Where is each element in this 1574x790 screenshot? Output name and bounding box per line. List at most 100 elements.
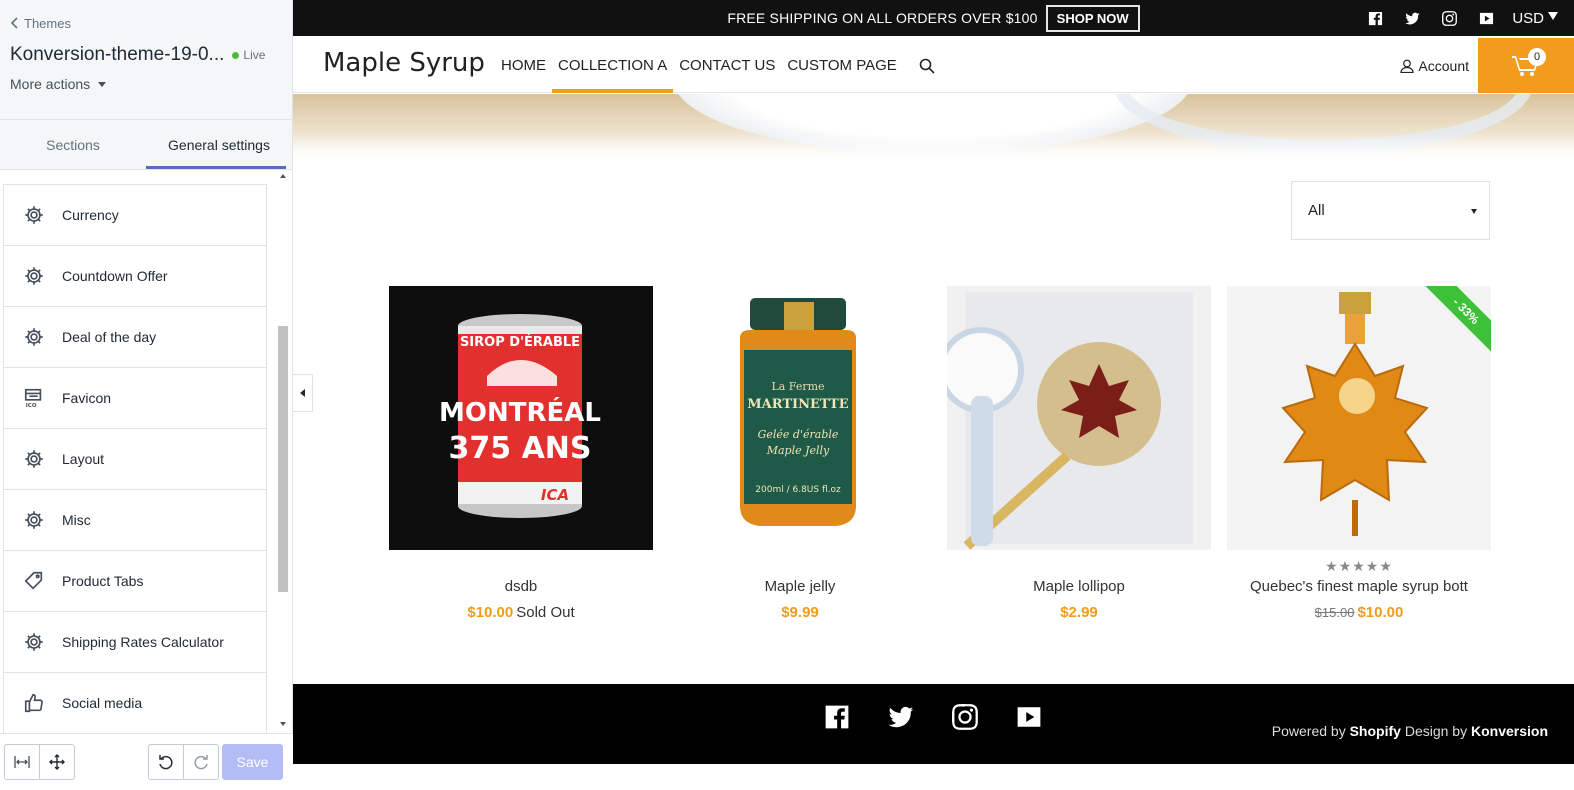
svg-text:375 ANS: 375 ANS	[449, 431, 592, 466]
tab-general-settings-label: General settings	[168, 136, 270, 153]
store-logo[interactable]: Maple Syrup	[323, 48, 485, 78]
collection-filter-select[interactable]: All	[1291, 181, 1490, 240]
shop-now-button[interactable]: SHOP NOW	[1045, 4, 1140, 32]
currency-selector[interactable]: USD	[1512, 10, 1558, 27]
product-image[interactable]: La Ferme MARTINETTE Gelée d'érable Maple…	[668, 286, 932, 550]
setting-label: Favicon	[62, 390, 112, 406]
tag-icon	[22, 569, 46, 593]
redo-icon	[194, 755, 208, 770]
tab-general-settings[interactable]: General settings	[146, 120, 292, 169]
product-card: La Ferme MARTINETTE Gelée d'érable Maple…	[668, 286, 932, 621]
product-price: $9.99	[781, 604, 819, 621]
gear-icon	[22, 203, 46, 227]
svg-text:La Ferme: La Ferme	[771, 380, 824, 393]
svg-text:SIROP D'ÉRABLE: SIROP D'ÉRABLE	[460, 334, 580, 350]
move-cursor-icon	[49, 754, 65, 770]
menu-item-custom-page[interactable]: CUSTOM PAGE	[781, 38, 902, 93]
design-by-label: Design by	[1404, 723, 1468, 739]
svg-text:MONTRÉAL: MONTRÉAL	[439, 396, 601, 428]
product-price: $2.99	[1060, 604, 1098, 621]
favicon-icon: ICO	[22, 386, 46, 410]
product-card: SIROP D'ÉRABLE MONTRÉAL 375 ANS ICA dsdb…	[389, 286, 653, 621]
maple-bottle-image	[1227, 286, 1491, 550]
product-image[interactable]: SIROP D'ÉRABLE MONTRÉAL 375 ANS ICA	[389, 286, 653, 550]
sold-out-label: Sold Out	[516, 604, 575, 621]
svg-text:ICO: ICO	[26, 403, 37, 409]
editor-footer: Save	[0, 733, 293, 790]
product-image[interactable]: - 33%	[1227, 286, 1491, 550]
collapse-sidebar-button[interactable]	[293, 374, 313, 412]
expand-horizontal-icon	[14, 756, 30, 768]
facebook-icon[interactable]	[823, 704, 851, 730]
caret-down-icon	[1548, 12, 1558, 20]
back-label: Themes	[24, 15, 71, 31]
product-title[interactable]: Maple jelly	[668, 578, 932, 595]
setting-shipping-rates-calculator[interactable]: Shipping Rates Calculator	[3, 612, 267, 673]
menu-item-contact-us[interactable]: CONTACT US	[673, 38, 781, 93]
syrup-can-image: SIROP D'ÉRABLE MONTRÉAL 375 ANS ICA	[389, 286, 653, 550]
tab-sections-label: Sections	[46, 136, 100, 153]
youtube-icon[interactable]	[1479, 11, 1494, 26]
undo-button[interactable]	[148, 744, 184, 780]
theme-name: Konversion-theme-19-0...	[10, 44, 225, 65]
setting-deal-of-the-day[interactable]: Deal of the day	[3, 307, 267, 368]
instagram-icon[interactable]	[1442, 10, 1458, 26]
jelly-jar-image: La Ferme MARTINETTE Gelée d'érable Maple…	[668, 286, 932, 550]
live-status-dot	[232, 51, 240, 59]
svg-text:200ml / 6.8US fl.oz: 200ml / 6.8US fl.oz	[755, 485, 841, 495]
product-title[interactable]: dsdb	[389, 578, 653, 595]
instagram-icon[interactable]	[951, 704, 979, 730]
live-status-label: Live	[243, 48, 266, 62]
filter-selected-value: All	[1308, 202, 1325, 219]
gear-icon	[22, 264, 46, 288]
settings-list: Currency Countdown Offer Deal of the day…	[3, 184, 267, 734]
setting-product-tabs[interactable]: Product Tabs	[3, 551, 267, 612]
setting-countdown-offer[interactable]: Countdown Offer	[3, 246, 267, 307]
setting-currency[interactable]: Currency	[3, 185, 267, 246]
redo-button[interactable]	[183, 744, 219, 780]
cart-button[interactable]: 0	[1478, 38, 1574, 93]
site-header: Maple Syrup HOME COLLECTION A CONTACT US…	[293, 38, 1574, 93]
twitter-icon[interactable]	[887, 704, 915, 730]
scroll-up-icon[interactable]	[280, 174, 286, 178]
twitter-icon[interactable]	[1405, 11, 1420, 26]
youtube-icon[interactable]	[1015, 704, 1043, 730]
product-price: $10.00	[467, 604, 514, 621]
search-button[interactable]	[903, 38, 951, 93]
product-price-row: $15.00 $10.00	[1227, 604, 1491, 621]
product-card: - 33% ★★★★★ Quebec's finest maple syrup …	[1227, 286, 1491, 621]
setting-social-media[interactable]: Social media	[3, 673, 267, 734]
caret-down-icon	[98, 81, 107, 87]
menu-item-collection-a[interactable]: COLLECTION A	[552, 38, 674, 93]
account-label: Account	[1418, 57, 1469, 74]
more-actions-dropdown[interactable]: More actions	[10, 74, 282, 94]
product-image[interactable]	[947, 286, 1211, 550]
scrollbar-thumb[interactable]	[278, 326, 288, 592]
product-title[interactable]: Quebec's finest maple syrup bott	[1227, 578, 1491, 595]
setting-misc[interactable]: Misc	[3, 490, 267, 551]
setting-favicon[interactable]: ICO Favicon	[3, 368, 267, 429]
inspector-toggle-button[interactable]	[39, 744, 75, 780]
tab-sections[interactable]: Sections	[0, 120, 146, 169]
back-to-themes-link[interactable]: Themes	[10, 14, 282, 32]
footer-credits: Powered by Shopify Design by Konversion	[1272, 723, 1548, 739]
save-button[interactable]: Save	[222, 744, 283, 780]
product-rating: ★★★★★	[1325, 558, 1393, 574]
scroll-down-icon[interactable]	[280, 722, 286, 726]
konversion-link[interactable]: Konversion	[1471, 723, 1548, 739]
account-link[interactable]: Account	[1400, 38, 1469, 93]
gear-icon	[22, 325, 46, 349]
product-price-row: $9.99	[668, 604, 932, 621]
full-width-toggle-button[interactable]	[4, 744, 40, 780]
setting-layout[interactable]: Layout	[3, 429, 267, 490]
setting-label: Social media	[62, 695, 143, 711]
menu-item-home[interactable]: HOME	[495, 38, 552, 93]
shopify-link[interactable]: Shopify	[1350, 723, 1401, 739]
header-social-links: USD	[1368, 0, 1558, 36]
product-price: $10.00	[1357, 604, 1404, 621]
gear-icon	[22, 508, 46, 532]
product-title[interactable]: Maple lollipop	[947, 578, 1211, 595]
facebook-icon[interactable]	[1368, 11, 1383, 26]
lollipop-image	[947, 286, 1211, 550]
settings-scrollbar[interactable]	[276, 172, 292, 730]
